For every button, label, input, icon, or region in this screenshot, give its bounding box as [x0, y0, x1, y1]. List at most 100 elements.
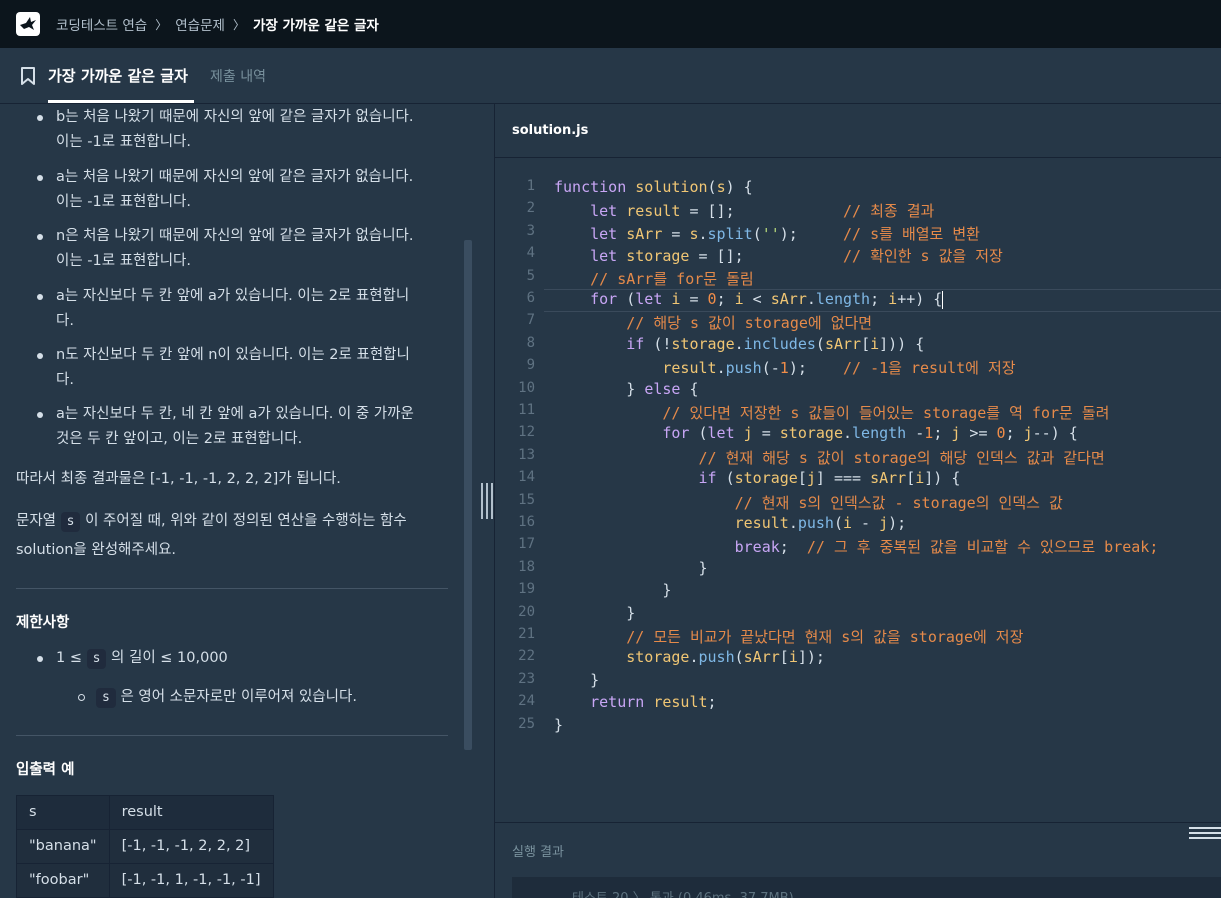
line-number: 9 — [526, 357, 535, 374]
bullet-dot — [37, 656, 43, 662]
list-item: b는 처음 나왔기 때문에 자신의 앞에 같은 글자가 없습니다. 이는 -1로… — [56, 105, 448, 155]
code-line[interactable]: // 현재 해당 s 값이 storage의 해당 인덱스 값과 같다면 — [554, 447, 1105, 468]
table-row: "foobar" [-1, -1, 1, -1, -1, -1] — [16, 863, 274, 898]
list-item-line: a는 자신보다 두 칸, 네 칸 앞에 a가 있습니다. 이 중 가까운 — [56, 406, 414, 422]
line-number: 15 — [518, 491, 535, 508]
code-line[interactable]: // 모든 비교가 끝났다면 현재 s의 값을 storage에 저장 — [554, 626, 1023, 647]
code-line[interactable]: // 현재 s의 인덱스값 - storage의 인덱스 값 — [554, 492, 1063, 513]
code-line[interactable]: let storage = []; // 확인한 s 값을 저장 — [554, 245, 1003, 266]
code-line[interactable]: return result; — [554, 693, 716, 711]
table-header-cell: s — [16, 795, 110, 830]
task-text: 문자열 — [16, 513, 57, 529]
code-line[interactable]: function solution(s) { — [554, 178, 753, 196]
code-line[interactable]: } — [554, 604, 635, 622]
code-line[interactable]: let result = []; // 최종 결과 — [554, 200, 934, 221]
code-line[interactable]: } — [554, 559, 707, 577]
io-examples-title: 입출력 예 — [16, 762, 75, 778]
top-navigation: 코딩테스트 연습 〉 연습문제 〉 가장 가까운 같은 글자 — [0, 0, 1221, 48]
line-number: 23 — [518, 670, 535, 687]
tab-submissions[interactable]: 제출 내역 — [210, 66, 266, 86]
text-cursor — [942, 290, 944, 309]
list-item-line: n은 처음 나왔기 때문에 자신의 앞에 같은 글자가 없습니다. — [56, 228, 414, 244]
line-number: 11 — [518, 402, 535, 418]
constraint-text: 은 영어 소문자로만 이루어져 있습니다. — [120, 689, 357, 705]
editor-file-tab[interactable]: solution.js — [512, 123, 588, 138]
table-cell: [-1, -1, 1, -1, -1, -1] — [108, 863, 274, 898]
line-number: 14 — [518, 469, 535, 486]
bookmark-icon[interactable] — [20, 67, 36, 89]
list-item: n은 처음 나왔기 때문에 자신의 앞에 같은 글자가 없습니다. 이는 -1로… — [56, 224, 448, 274]
code-line[interactable]: result.push(-1); // -1을 result에 저장 — [554, 357, 1015, 378]
breadcrumb-item-practice[interactable]: 연습문제 — [175, 14, 225, 34]
chevron-right-icon: 〉 — [232, 17, 245, 32]
bullet-dot — [37, 294, 43, 300]
breadcrumb-item-coding-test[interactable]: 코딩테스트 연습 — [56, 14, 147, 34]
list-item-line: 이는 -1로 표현합니다. — [56, 194, 192, 210]
list-item: a는 자신보다 두 칸, 네 칸 앞에 a가 있습니다. 이 중 가까운 것은 … — [56, 402, 448, 452]
line-number: 7 — [526, 312, 535, 329]
inline-code: s — [86, 649, 107, 669]
editor-tab-bar: solution.js — [495, 104, 1221, 158]
code-line[interactable]: for (let i = 0; i < sArr.length; i++) { — [554, 290, 944, 309]
line-number: 13 — [518, 446, 535, 463]
bullet-dot — [37, 412, 43, 418]
problem-description: b는 처음 나왔기 때문에 자신의 앞에 같은 글자가 없습니다. 이는 -1로… — [0, 104, 473, 898]
inline-code: s — [60, 512, 81, 532]
list-item: n도 자신보다 두 칸 앞에 n이 있습니다. 이는 2로 표현합니 다. — [56, 343, 448, 393]
table-cell: "foobar" — [16, 863, 110, 898]
code-line[interactable]: } — [554, 581, 671, 599]
bullet-dot — [37, 175, 43, 181]
code-line[interactable]: // sArr를 for문 돌림 — [554, 268, 754, 289]
line-number: 5 — [526, 267, 535, 284]
task-statement: 문자열 s 이 주어질 때, 위와 같이 정의된 연산을 수행하는 함수 sol… — [16, 507, 456, 565]
line-number: 16 — [518, 514, 535, 530]
line-number: 4 — [526, 245, 535, 262]
task-text: 이 주어질 때, 위와 같이 정의된 연산을 수행하는 함수 — [85, 513, 407, 529]
tab-problem[interactable]: 가장 가까운 같은 글자 — [48, 65, 188, 86]
line-number: 1 — [526, 178, 535, 194]
divider — [16, 735, 448, 736]
bullet-dot — [37, 115, 43, 121]
io-examples-table: s result "banana" [-1, -1, -1, 2, 2, 2] … — [16, 795, 274, 898]
programmers-logo-icon[interactable] — [16, 12, 40, 36]
hamburger-icon[interactable] — [1189, 827, 1221, 839]
line-number: 21 — [518, 626, 535, 642]
code-line[interactable]: break; // 그 후 중복된 값을 비교할 수 있으므로 break; — [554, 536, 1159, 557]
code-line[interactable]: // 해당 s 값이 storage에 없다면 — [554, 312, 872, 333]
code-line[interactable]: let sArr = s.split(''); // s를 배열로 변환 — [554, 223, 980, 244]
resize-handle-icon[interactable] — [481, 483, 493, 519]
circle-bullet — [78, 694, 85, 701]
line-number: 24 — [518, 693, 535, 710]
constraint-item: 1 ≤ s 의 길이 ≤ 10,000 — [56, 646, 448, 671]
code-line[interactable]: if (storage[j] === sArr[i]) { — [554, 469, 961, 487]
list-item: a는 자신보다 두 칸 앞에 a가 있습니다. 이는 2로 표현합니 다. — [56, 284, 448, 334]
code-line[interactable]: // 있다면 저장한 s 값들이 들어있는 storage를 역 for문 돌려 — [554, 402, 1109, 423]
code-line[interactable]: } — [554, 671, 599, 689]
code-line[interactable]: storage.push(sArr[i]); — [554, 648, 825, 666]
constraint-text: 의 길이 ≤ 10,000 — [111, 650, 228, 666]
code-editor[interactable]: 1 2 3 4 5 6 7 8 9 10 11 12 13 14 15 16 17 18 19 20 21 22 23 24 2… — [495, 159, 1221, 822]
line-number: 6 — [526, 290, 535, 306]
line-number: 18 — [518, 558, 535, 575]
code-line[interactable]: } — [554, 716, 563, 734]
description-scrollbar[interactable] — [464, 240, 472, 750]
code-line[interactable]: if (!storage.includes(sArr[i])) { — [554, 335, 924, 353]
execution-result-panel: 실행 결과 테스트 20 〉 통과 (0.46ms, 37.7MB) — [495, 822, 1221, 898]
code-line[interactable]: for (let j = storage.length -1; j >= 0; … — [554, 424, 1077, 442]
line-number: 3 — [526, 222, 535, 239]
chevron-right-icon: 〉 — [155, 17, 168, 32]
list-item-line: 것은 두 칸 앞이고, 이는 2로 표현합니다. — [56, 431, 303, 447]
table-header-cell: result — [108, 795, 274, 830]
code-line[interactable]: } else { — [554, 380, 698, 398]
result-output: 테스트 20 〉 통과 (0.46ms, 37.7MB) — [512, 877, 1221, 898]
code-line[interactable]: result.push(i - j); — [554, 514, 907, 532]
list-item-line: a는 처음 나왔기 때문에 자신의 앞에 같은 글자가 없습니다. — [56, 169, 414, 185]
breadcrumb: 코딩테스트 연습 〉 연습문제 〉 가장 가까운 같은 글자 — [56, 0, 379, 48]
line-number: 8 — [526, 334, 535, 351]
table-row: "banana" [-1, -1, -1, 2, 2, 2] — [16, 829, 274, 864]
table-header-row: s result — [16, 795, 274, 830]
list-item-line: n도 자신보다 두 칸 앞에 n이 있습니다. 이는 2로 표현합니 — [56, 347, 410, 363]
list-item-line: a는 자신보다 두 칸 앞에 a가 있습니다. 이는 2로 표현합니 — [56, 288, 410, 304]
constraints-title: 제한사항 — [16, 615, 70, 631]
table-cell: "banana" — [16, 829, 110, 864]
